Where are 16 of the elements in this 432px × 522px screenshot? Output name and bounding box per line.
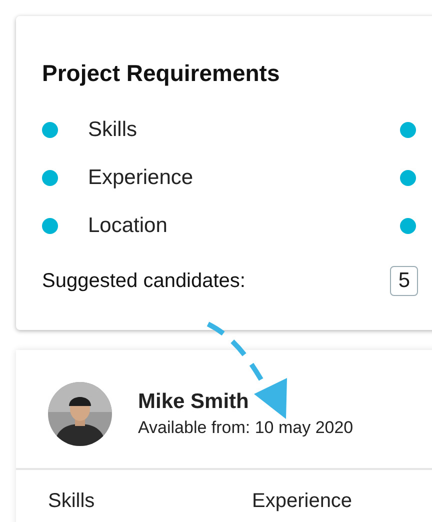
bullet-dot-icon — [42, 218, 58, 234]
suggested-label: Suggested candidates: — [42, 270, 246, 292]
card-title: Project Requirements — [42, 60, 281, 87]
bullet-dot-icon — [42, 170, 58, 186]
count-badge: 5 — [390, 266, 418, 296]
requirement-label: Experience — [88, 166, 194, 190]
column-heading: Experience — [252, 490, 354, 513]
bullet-dot-icon — [400, 170, 416, 186]
candidate-name: Mike Smith — [138, 390, 250, 414]
bullet-dot-icon — [42, 122, 58, 138]
availability-text: Available from: 10 may 2020 — [138, 418, 354, 438]
column-heading: Skills — [48, 490, 96, 513]
requirement-label: Skills — [88, 118, 138, 142]
requirement-label: Location — [88, 214, 168, 238]
bullet-dot-icon — [400, 122, 416, 138]
bullet-dot-icon — [400, 218, 416, 234]
